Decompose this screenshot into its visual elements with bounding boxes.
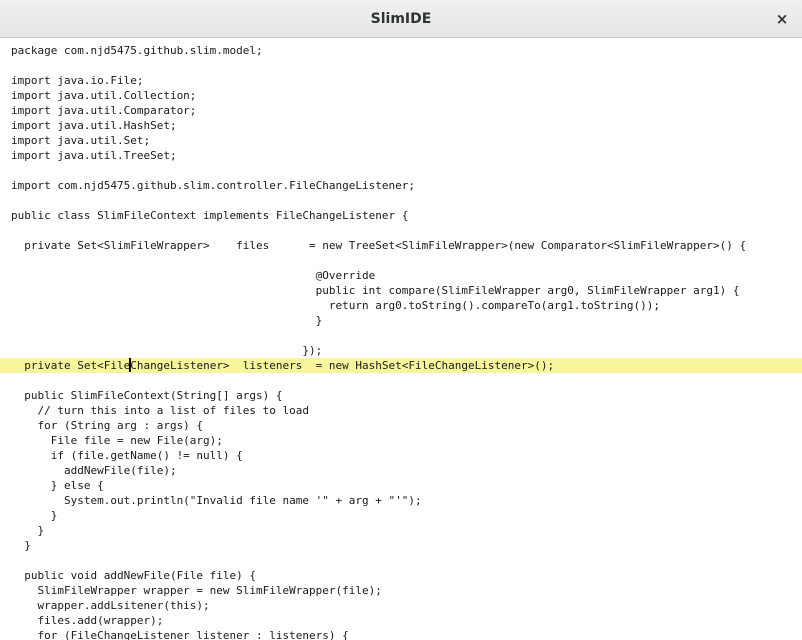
- code-line[interactable]: }: [11, 508, 802, 523]
- code-line[interactable]: } else {: [11, 478, 802, 493]
- code-line[interactable]: return arg0.toString().compareTo(arg1.to…: [11, 298, 802, 313]
- code-line[interactable]: [11, 373, 802, 388]
- title-bar[interactable]: SlimIDE ×: [0, 0, 802, 38]
- code-line-text-before-caret: private Set<File: [11, 359, 131, 372]
- code-line[interactable]: import java.util.Set;: [11, 133, 802, 148]
- code-line[interactable]: [11, 328, 802, 343]
- text-caret: [129, 358, 132, 372]
- code-line[interactable]: }: [11, 313, 802, 328]
- code-text-area[interactable]: package com.njd5475.github.slim.model; im…: [0, 43, 802, 640]
- code-line[interactable]: public void addNewFile(File file) {: [11, 568, 802, 583]
- code-line[interactable]: [11, 253, 802, 268]
- code-line[interactable]: addNewFile(file);: [11, 463, 802, 478]
- code-line[interactable]: if (file.getName() != null) {: [11, 448, 802, 463]
- code-line[interactable]: for (String arg : args) {: [11, 418, 802, 433]
- code-line[interactable]: package com.njd5475.github.slim.model;: [11, 43, 802, 58]
- code-line[interactable]: private Set<SlimFileWrapper> files = new…: [11, 238, 802, 253]
- code-editor[interactable]: package com.njd5475.github.slim.model; im…: [0, 38, 802, 640]
- code-line[interactable]: [11, 223, 802, 238]
- code-line[interactable]: [11, 193, 802, 208]
- code-line[interactable]: files.add(wrapper);: [11, 613, 802, 628]
- code-line[interactable]: // turn this into a list of files to loa…: [11, 403, 802, 418]
- code-line[interactable]: import java.util.Collection;: [11, 88, 802, 103]
- code-line[interactable]: public int compare(SlimFileWrapper arg0,…: [11, 283, 802, 298]
- code-line[interactable]: public SlimFileContext(String[] args) {: [11, 388, 802, 403]
- code-line[interactable]: [11, 58, 802, 73]
- code-line-text-after-caret: hangeListener> listeners = new HashSet<F…: [136, 359, 555, 372]
- close-button[interactable]: ×: [772, 9, 792, 29]
- code-line[interactable]: import com.njd5475.github.slim.controlle…: [11, 178, 802, 193]
- code-line[interactable]: [11, 163, 802, 178]
- code-line[interactable]: [11, 553, 802, 568]
- code-line[interactable]: import java.util.Comparator;: [11, 103, 802, 118]
- app-window: SlimIDE × package com.njd5475.github.sli…: [0, 0, 802, 640]
- code-line[interactable]: for (FileChangeListener listener : liste…: [11, 628, 802, 640]
- code-line[interactable]: import java.io.File;: [11, 73, 802, 88]
- code-line[interactable]: wrapper.addLsitener(this);: [11, 598, 802, 613]
- code-line[interactable]: SlimFileWrapper wrapper = new SlimFileWr…: [11, 583, 802, 598]
- code-line[interactable]: }: [11, 538, 802, 553]
- window-title: SlimIDE: [370, 11, 432, 27]
- close-icon[interactable]: ×: [776, 10, 789, 28]
- code-line[interactable]: });: [11, 343, 802, 358]
- code-line[interactable]: }: [11, 523, 802, 538]
- code-line[interactable]: public class SlimFileContext implements …: [11, 208, 802, 223]
- current-code-line[interactable]: private Set<FileChangeListener> listener…: [0, 358, 802, 373]
- code-line[interactable]: import java.util.HashSet;: [11, 118, 802, 133]
- code-line[interactable]: @Override: [11, 268, 802, 283]
- code-line[interactable]: import java.util.TreeSet;: [11, 148, 802, 163]
- code-line[interactable]: File file = new File(arg);: [11, 433, 802, 448]
- code-line[interactable]: System.out.println("Invalid file name '"…: [11, 493, 802, 508]
